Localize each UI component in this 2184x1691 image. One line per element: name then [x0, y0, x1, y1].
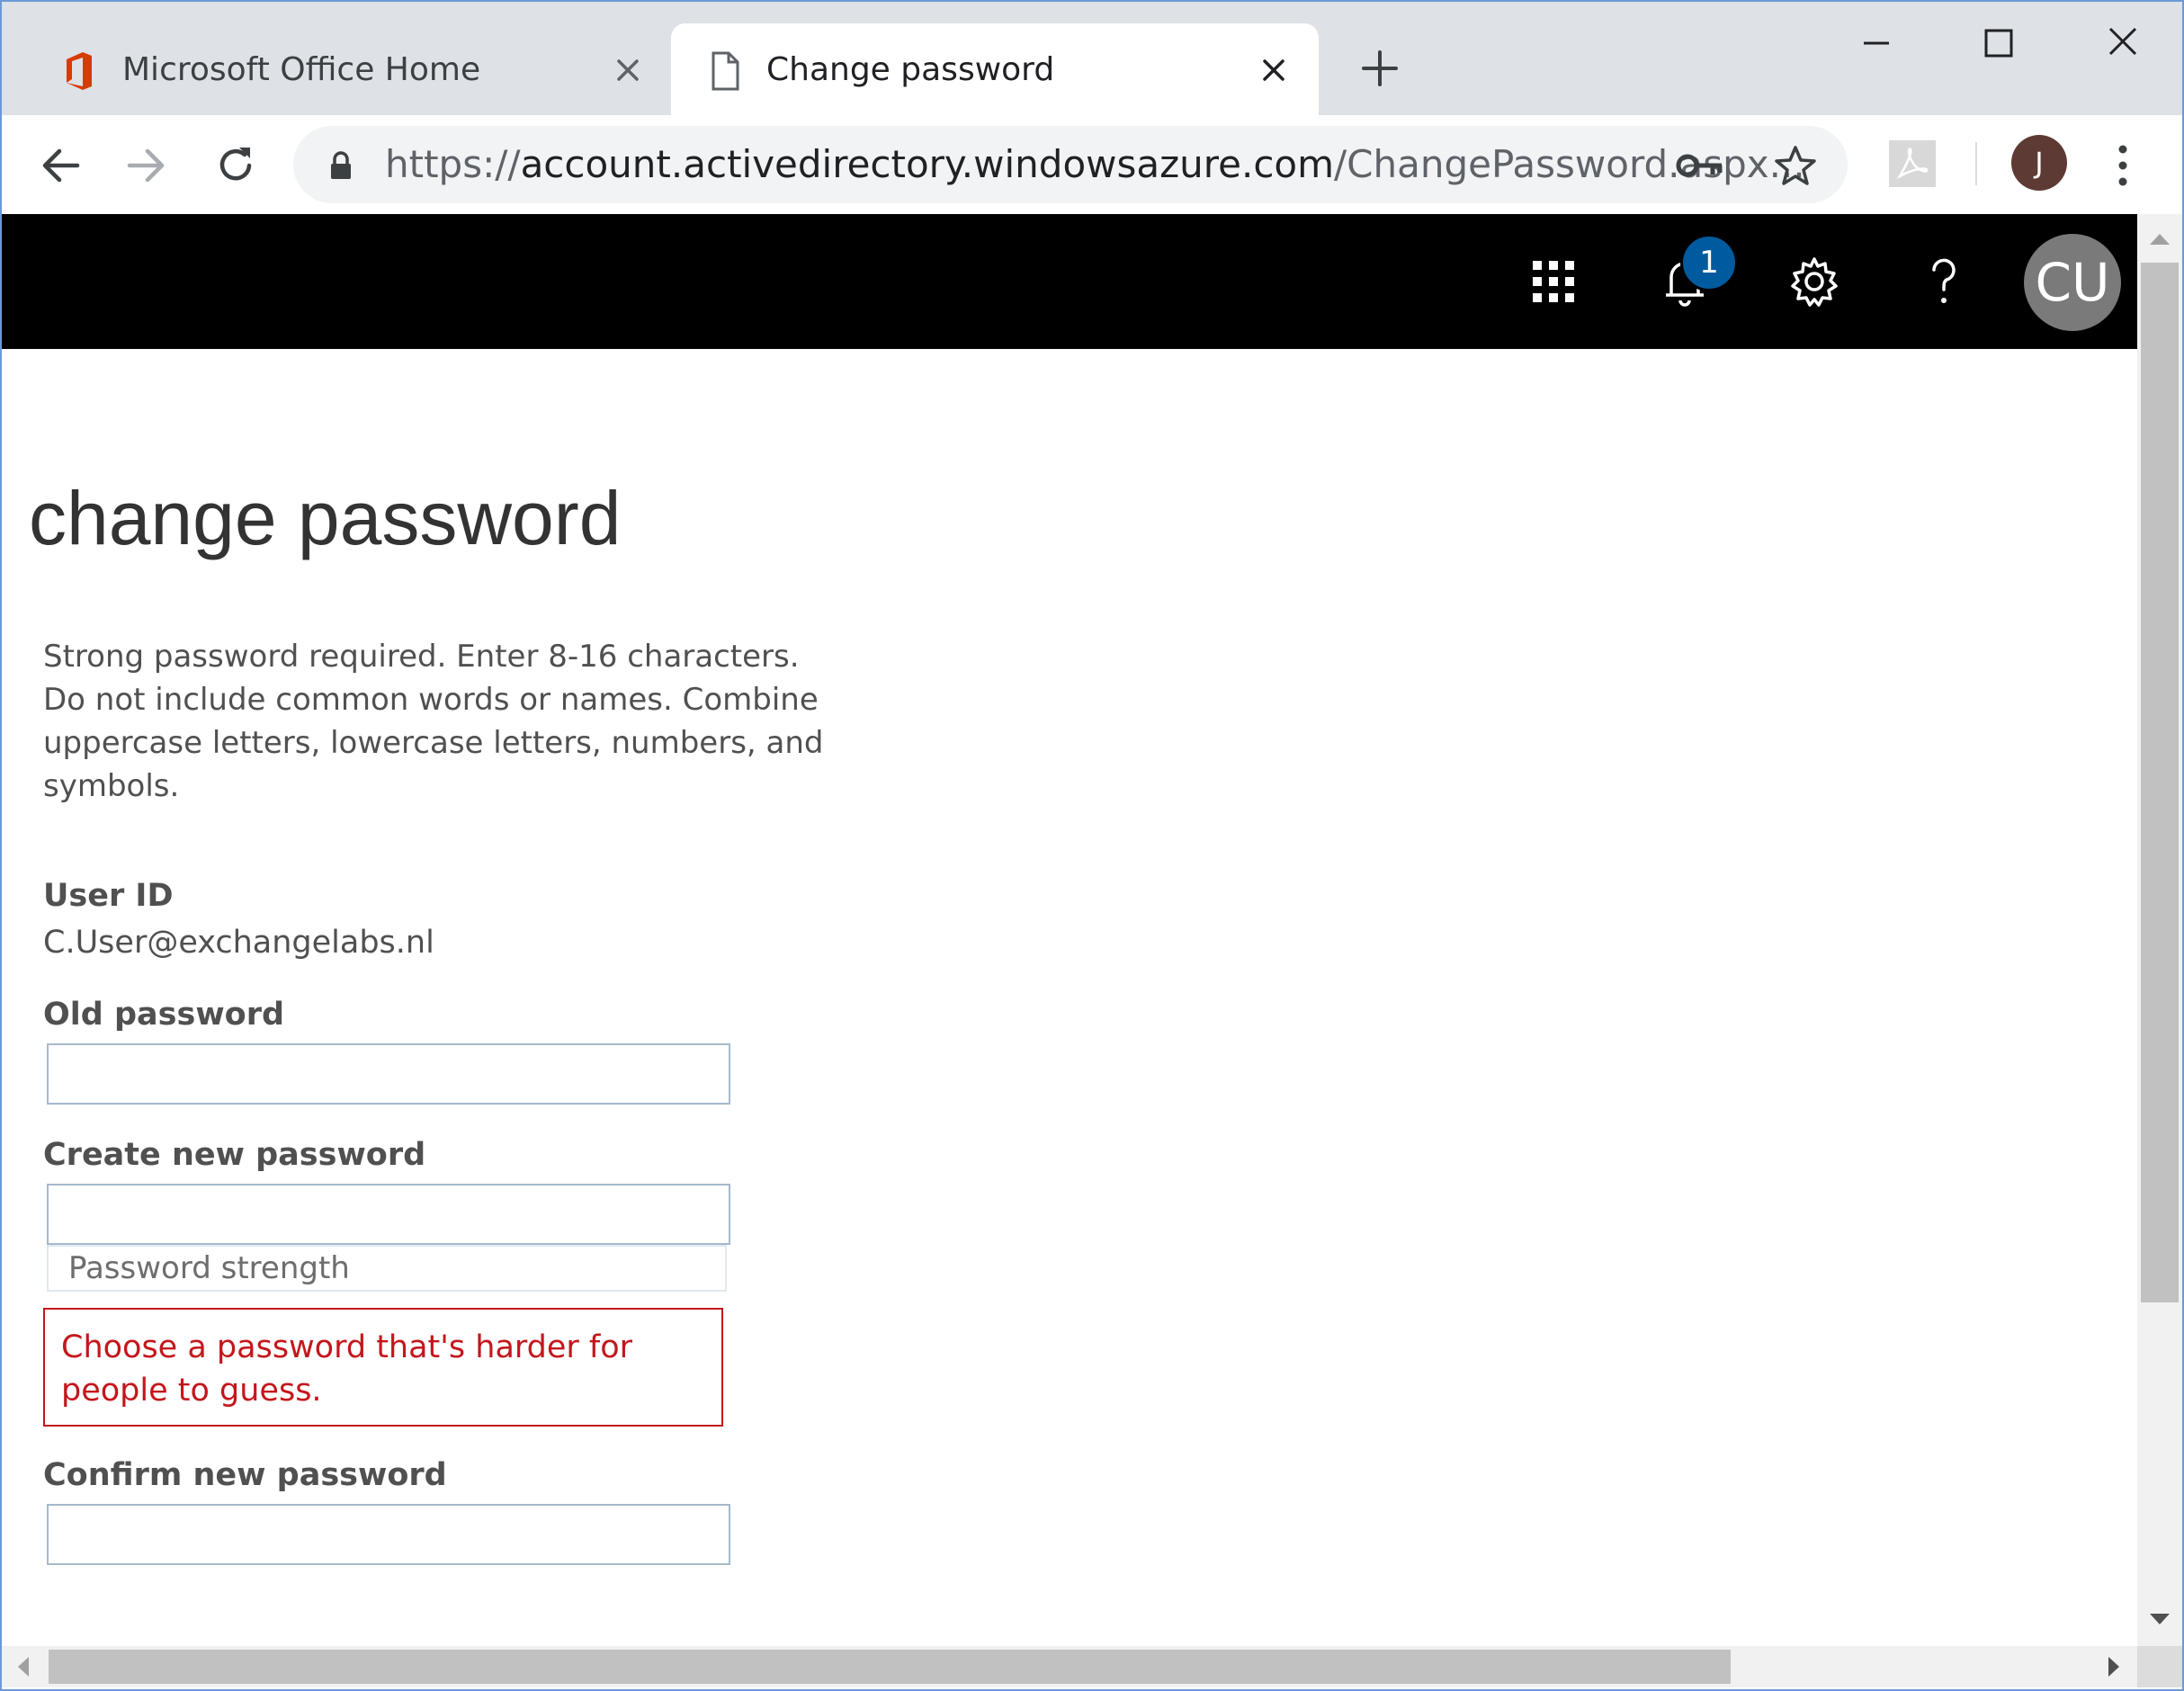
close-window-icon[interactable] — [2087, 20, 2159, 65]
new-password-label: Create new password — [43, 1137, 426, 1173]
confirm-password-field[interactable] — [47, 1504, 730, 1565]
more-menu-icon[interactable] — [2112, 140, 2134, 191]
profile-avatar[interactable]: J — [2011, 135, 2067, 191]
password-error-message: Choose a password that's harder for peop… — [61, 1329, 633, 1409]
pdf-extension-icon[interactable] — [1889, 140, 1936, 187]
url-text[interactable]: https://account.activedirectory.windowsa… — [385, 144, 1805, 185]
password-strength-meter: Password strength — [47, 1245, 727, 1292]
gear-icon[interactable] — [1783, 250, 1846, 313]
new-tab-icon[interactable] — [1358, 47, 1401, 90]
close-tab-icon[interactable] — [1258, 54, 1290, 86]
user-id-label: User ID — [43, 878, 174, 914]
office-logo-icon — [67, 52, 92, 90]
acrobat-icon — [1896, 148, 1929, 180]
vertical-scroll-thumb[interactable] — [2141, 263, 2179, 1302]
old-password-label: Old password — [43, 997, 285, 1033]
tab-title: Change password — [766, 51, 1055, 88]
reload-icon[interactable] — [209, 139, 263, 192]
scroll-left-arrow-icon[interactable] — [13, 1653, 32, 1680]
url-host: account.activedirectory.windowsazure.com — [520, 142, 1335, 186]
maximize-icon[interactable] — [1963, 20, 2035, 65]
confirm-password-label: Confirm new password — [43, 1457, 447, 1493]
toolbar-divider — [1975, 142, 1977, 185]
user-avatar[interactable]: CU — [2024, 234, 2121, 331]
document-icon — [712, 51, 739, 91]
notification-badge[interactable]: 1 — [1680, 234, 1738, 291]
tab-title: Microsoft Office Home — [122, 51, 481, 88]
horizontal-scroll-thumb[interactable] — [49, 1650, 1731, 1684]
scroll-right-arrow-icon[interactable] — [2105, 1653, 2125, 1680]
url-path: /ChangePassword.aspx... — [1334, 142, 1805, 186]
old-password-field[interactable] — [47, 1043, 730, 1105]
scroll-down-arrow-icon[interactable] — [2146, 1610, 2173, 1630]
close-tab-icon[interactable] — [612, 54, 644, 86]
password-requirements: Strong password required. Enter 8-16 cha… — [43, 639, 824, 804]
password-error-box: Choose a password that's harder for peop… — [43, 1308, 723, 1427]
scroll-up-arrow-icon[interactable] — [2146, 228, 2173, 248]
password-strength-text: Password strength — [68, 1250, 350, 1286]
user-id-value: C.User@exchangelabs.nl — [43, 925, 434, 961]
minimize-icon[interactable] — [1840, 20, 1912, 65]
office-header-bar: 1 CU — [2, 214, 2137, 349]
url-scheme: https:// — [385, 142, 521, 186]
key-icon[interactable] — [1675, 148, 1725, 183]
help-icon[interactable] — [1912, 250, 1975, 313]
page-title: change password — [29, 476, 622, 560]
tab-change-password[interactable]: Change password — [671, 23, 1319, 117]
tab-strip: Microsoft Office Home Change password — [2, 2, 2182, 117]
tab-office-home[interactable]: Microsoft Office Home — [16, 23, 646, 117]
address-bar[interactable]: https://account.activedirectory.windowsa… — [293, 126, 1848, 203]
forward-arrow-icon[interactable] — [119, 139, 173, 192]
back-arrow-icon[interactable] — [34, 139, 88, 192]
star-icon[interactable] — [1774, 144, 1817, 187]
app-launcher-icon[interactable] — [1522, 250, 1585, 313]
lock-icon[interactable] — [329, 151, 353, 180]
new-password-field[interactable] — [47, 1184, 730, 1245]
browser-toolbar: https://account.activedirectory.windowsa… — [2, 115, 2182, 215]
scrollbar-corner — [2137, 1646, 2182, 1687]
main-content: change password Strong password required… — [2, 349, 2137, 1646]
